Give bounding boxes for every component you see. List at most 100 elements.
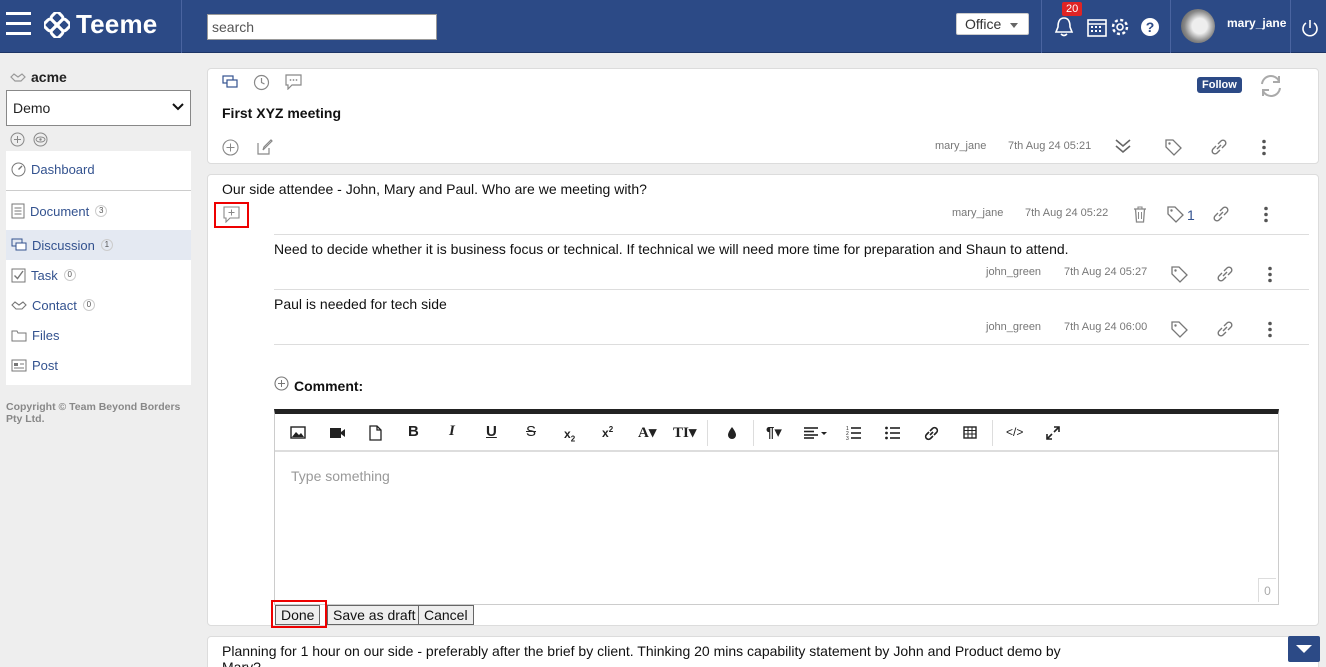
- gear-icon[interactable]: [1110, 17, 1130, 37]
- trash-icon[interactable]: [1133, 206, 1147, 223]
- topic-title: First XYZ meeting: [222, 105, 342, 121]
- color-drop-icon[interactable]: [727, 426, 737, 440]
- reply-text: Paul is needed for tech side: [274, 296, 447, 312]
- tag-icon[interactable]: [1165, 139, 1182, 156]
- strikethrough-button[interactable]: S: [526, 423, 536, 440]
- ordered-list-icon[interactable]: 123: [846, 426, 861, 440]
- tag-icon[interactable]: [1171, 321, 1188, 338]
- username: mary_jane: [1227, 16, 1287, 30]
- char-counter: 0: [1258, 578, 1276, 602]
- file-icon[interactable]: [369, 425, 382, 441]
- font-color-button[interactable]: A▾: [638, 423, 656, 442]
- expand-all-icon[interactable]: [1114, 137, 1132, 155]
- more-icon[interactable]: [1267, 321, 1273, 338]
- editor-placeholder[interactable]: Type something: [291, 468, 390, 484]
- sidebar-item-files[interactable]: Files: [6, 320, 191, 350]
- post-author: mary_jane: [952, 207, 1004, 219]
- tag-count[interactable]: 1: [1187, 207, 1195, 223]
- divider: [1041, 0, 1042, 53]
- clock-icon[interactable]: [253, 74, 270, 91]
- menu-icon[interactable]: [6, 12, 31, 36]
- reply-text: Need to decide whether it is business fo…: [274, 241, 1069, 257]
- post-card: Our side attendee - John, Mary and Paul.…: [207, 174, 1319, 628]
- app-logo[interactable]: Teeme: [44, 9, 157, 40]
- link-icon[interactable]: [1216, 266, 1234, 283]
- add-comment-icon[interactable]: [274, 376, 289, 391]
- superscript-button[interactable]: x2: [602, 425, 613, 440]
- scroll-down-button[interactable]: [1288, 636, 1320, 662]
- next-post-card: Planning for 1 hour on our side - prefer…: [207, 636, 1319, 667]
- org-label: acme: [31, 69, 67, 85]
- insert-link-icon[interactable]: [924, 426, 939, 441]
- follow-button[interactable]: Follow: [1197, 77, 1242, 93]
- done-button[interactable]: Done: [275, 605, 321, 625]
- space-value: Demo: [13, 100, 51, 116]
- sidebar-nav: Dashboard Document 3 Discussion 1 Task 0: [6, 151, 191, 385]
- italic-button[interactable]: I: [449, 423, 455, 440]
- space-select[interactable]: Demo: [6, 90, 191, 126]
- copyright: Copyright © Team Beyond Borders Pty Ltd.: [6, 401, 181, 425]
- subscript-button[interactable]: x2: [564, 427, 575, 443]
- office-dropdown[interactable]: Office: [956, 13, 1029, 35]
- link-icon[interactable]: [1210, 139, 1228, 156]
- help-icon[interactable]: ?: [1140, 17, 1160, 37]
- discussion-icon[interactable]: [222, 75, 239, 90]
- sidebar-item-task[interactable]: Task 0: [6, 260, 191, 290]
- app-name: Teeme: [76, 9, 158, 39]
- link-icon[interactable]: [1212, 206, 1230, 223]
- paragraph-button[interactable]: ¶▾: [766, 423, 782, 441]
- underline-button[interactable]: U: [486, 423, 497, 440]
- align-icon[interactable]: [803, 427, 827, 439]
- sidebar: acme Demo Dashboard Document 3 Discussio…: [0, 53, 198, 667]
- svg-text:?: ?: [1146, 19, 1155, 35]
- sidebar-item-label: Files: [32, 327, 60, 343]
- tag-icon[interactable]: [1171, 266, 1188, 283]
- sidebar-item-discussion[interactable]: Discussion 1: [6, 230, 191, 260]
- cancel-button[interactable]: Cancel: [418, 605, 474, 625]
- refresh-icon[interactable]: [1258, 74, 1284, 98]
- power-icon[interactable]: [1301, 19, 1319, 37]
- tag-icon[interactable]: [1167, 206, 1184, 223]
- table-icon[interactable]: [963, 426, 977, 439]
- add-icon[interactable]: [222, 139, 239, 156]
- calendar-icon[interactable]: [1087, 17, 1107, 37]
- divider: [753, 420, 754, 446]
- sidebar-item-post[interactable]: Post: [6, 350, 191, 380]
- sidebar-item-contact[interactable]: Contact 0: [6, 290, 191, 320]
- count-badge: 0: [63, 269, 76, 281]
- more-icon[interactable]: [1263, 206, 1269, 223]
- comment-label: Comment:: [294, 378, 364, 394]
- divider: [6, 190, 191, 191]
- add-space-icon[interactable]: [10, 132, 25, 147]
- more-icon[interactable]: [1261, 139, 1267, 156]
- code-view-button[interactable]: </>: [1006, 425, 1023, 439]
- comment-icon[interactable]: [285, 74, 302, 90]
- link-icon[interactable]: [1216, 321, 1234, 338]
- user-menu[interactable]: mary_jane: [1172, 0, 1288, 53]
- font-size-button[interactable]: TI▾: [673, 423, 696, 442]
- sidebar-item-dashboard[interactable]: Dashboard: [6, 154, 191, 184]
- bold-button[interactable]: B: [408, 423, 419, 440]
- video-icon[interactable]: [329, 427, 346, 439]
- comment-editor: B I U S x2 x2 A▾ TI▾ ¶▾ 123 </> Type som…: [274, 409, 1279, 605]
- add-reply-icon[interactable]: [223, 206, 240, 223]
- svg-text:3: 3: [846, 436, 849, 440]
- task-icon: [11, 268, 26, 282]
- post-text: Our side attendee - John, Mary and Paul.…: [222, 181, 647, 197]
- bell-icon[interactable]: [1054, 16, 1074, 38]
- caret-down-icon: [1010, 23, 1018, 28]
- image-icon[interactable]: [290, 426, 306, 439]
- contact-icon: [11, 301, 27, 310]
- view-icon[interactable]: [33, 132, 48, 147]
- fullscreen-icon[interactable]: [1046, 426, 1060, 440]
- edit-icon[interactable]: [256, 139, 273, 156]
- sidebar-item-document[interactable]: Document 3: [6, 196, 191, 226]
- search-input[interactable]: [207, 14, 437, 40]
- save-draft-button[interactable]: Save as draft: [327, 605, 422, 625]
- bullet-list-icon[interactable]: [885, 426, 900, 440]
- divider: [181, 0, 182, 53]
- office-label: Office: [965, 16, 1002, 32]
- editor-toolbar: B I U S x2 x2 A▾ TI▾ ¶▾ 123 </>: [275, 414, 1278, 452]
- more-icon[interactable]: [1267, 266, 1273, 283]
- avatar: [1181, 9, 1215, 43]
